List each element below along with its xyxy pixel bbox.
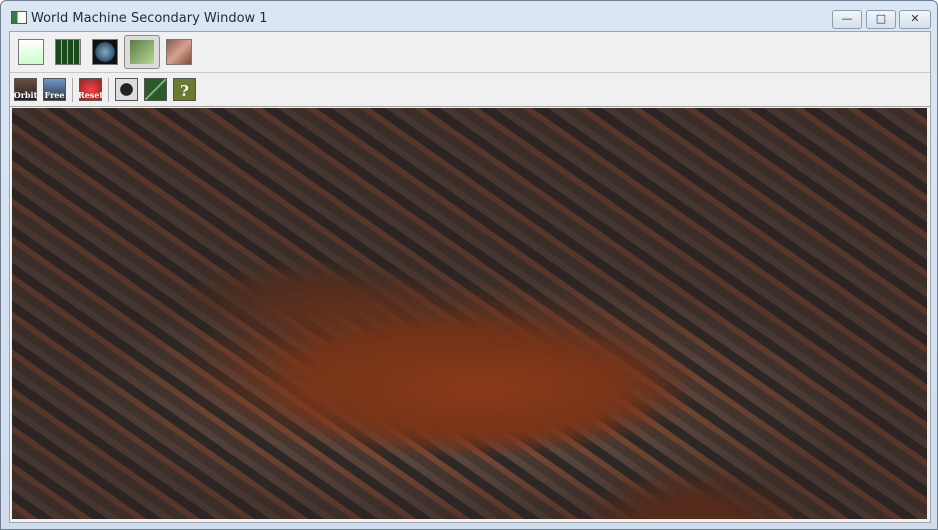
- separator: [72, 77, 73, 102]
- camera-icon[interactable]: [115, 78, 138, 101]
- separator: [108, 77, 109, 102]
- orbit-button[interactable]: Orbit: [14, 78, 37, 101]
- camera-toolbar: Orbit Free Reset ?: [10, 73, 930, 107]
- view-toolbar: [10, 32, 930, 73]
- globe-icon[interactable]: [92, 39, 118, 65]
- device-view-icon[interactable]: [18, 39, 44, 65]
- free-button[interactable]: Free: [43, 78, 66, 101]
- minimize-button[interactable]: —: [832, 10, 862, 29]
- terrain-shading: [12, 108, 927, 519]
- help-icon[interactable]: ?: [173, 78, 196, 101]
- terrain-3d-viewport[interactable]: [12, 108, 927, 519]
- 3d-preview-icon[interactable]: [124, 35, 160, 69]
- texture-view-icon[interactable]: [166, 39, 192, 65]
- maximize-button[interactable]: □: [866, 10, 896, 29]
- reset-button[interactable]: Reset: [78, 78, 103, 101]
- app-icon: [11, 11, 27, 24]
- window-content: Orbit Free Reset ?: [9, 31, 931, 523]
- layout-view-icon[interactable]: [55, 39, 81, 65]
- line-tool-icon[interactable]: [144, 78, 167, 101]
- window-title: World Machine Secondary Window 1: [31, 11, 268, 26]
- secondary-window: World Machine Secondary Window 1 — □ ✕ O…: [0, 0, 938, 530]
- close-button[interactable]: ✕: [899, 10, 931, 29]
